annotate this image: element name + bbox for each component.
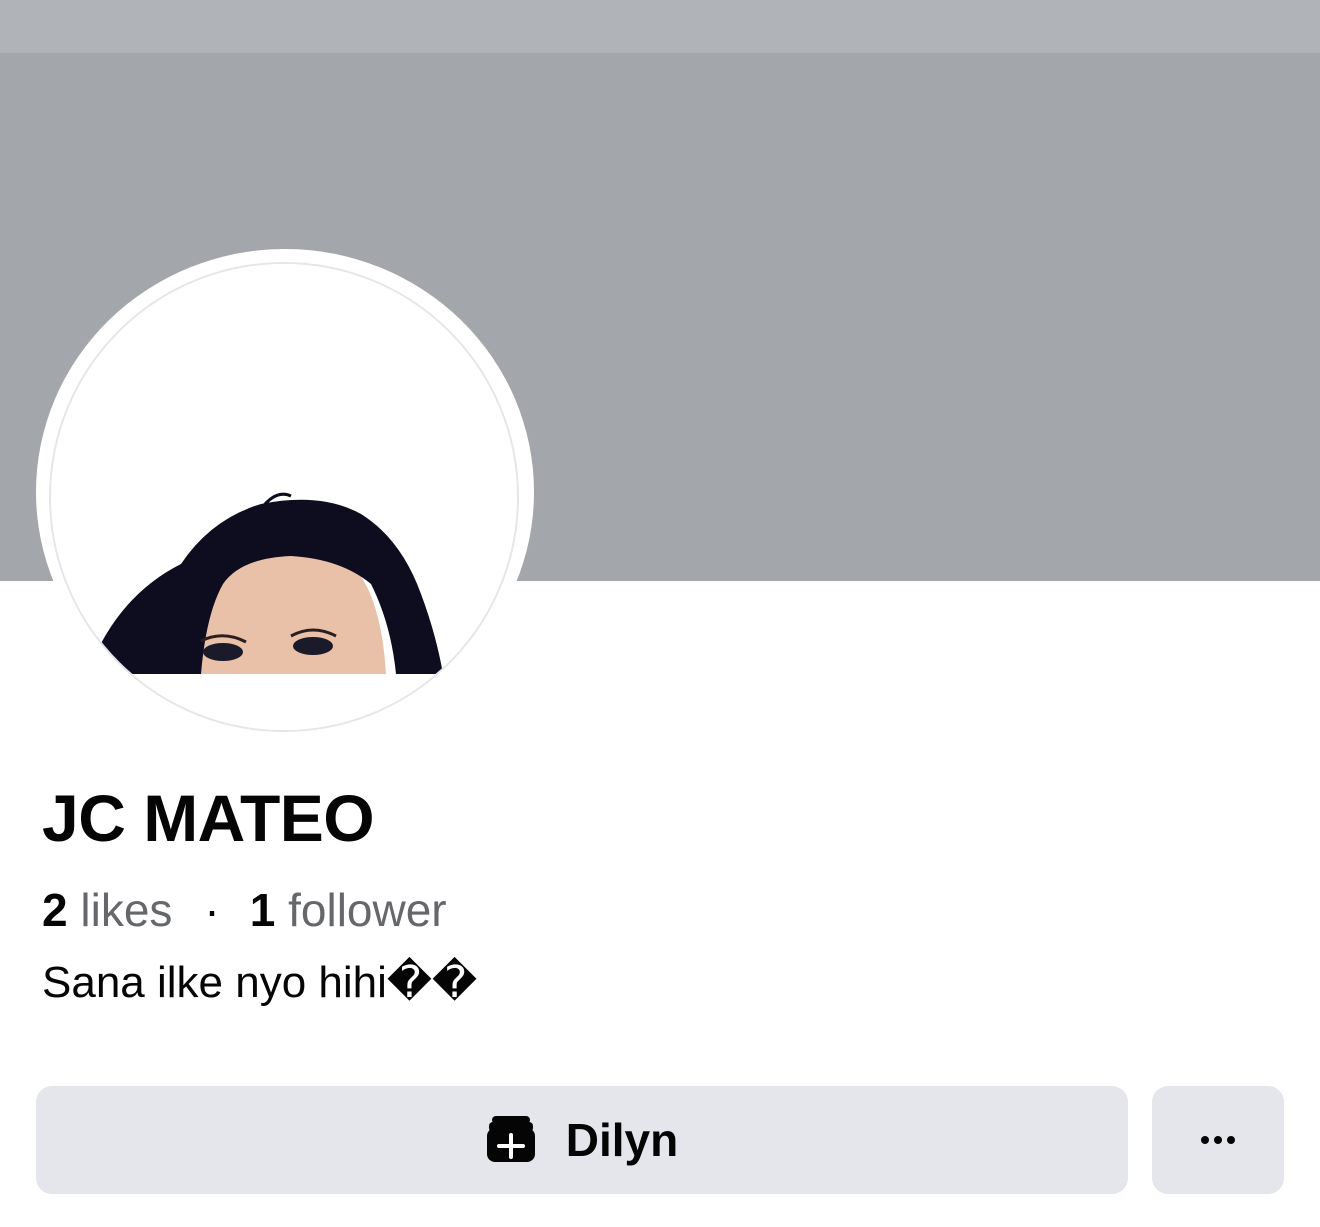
- followers-stat[interactable]: 1 follower: [250, 884, 447, 936]
- profile-name: JC MATEO: [42, 781, 375, 855]
- like-page-icon: [486, 1114, 536, 1167]
- more-options-button[interactable]: [1152, 1086, 1284, 1194]
- likes-count: 2: [42, 884, 68, 936]
- likes-label: likes: [80, 884, 173, 936]
- profile-stats: 2 likes · 1 follower: [42, 882, 447, 938]
- profile-bio: Sana ilke nyo hihi��: [42, 958, 478, 1007]
- likes-stat[interactable]: 2 likes: [42, 884, 172, 936]
- like-page-button[interactable]: Dilyn: [36, 1086, 1128, 1194]
- profile-picture[interactable]: [36, 249, 534, 735]
- more-icon: [1200, 1133, 1236, 1148]
- followers-count: 1: [249, 884, 276, 936]
- avatar-photo: [51, 264, 517, 730]
- like-page-label: Dilyn: [565, 1114, 679, 1166]
- top-bar: [0, 0, 1320, 53]
- avatar: [49, 262, 519, 732]
- stats-separator: ·: [204, 884, 220, 936]
- followers-label: follower: [288, 884, 447, 936]
